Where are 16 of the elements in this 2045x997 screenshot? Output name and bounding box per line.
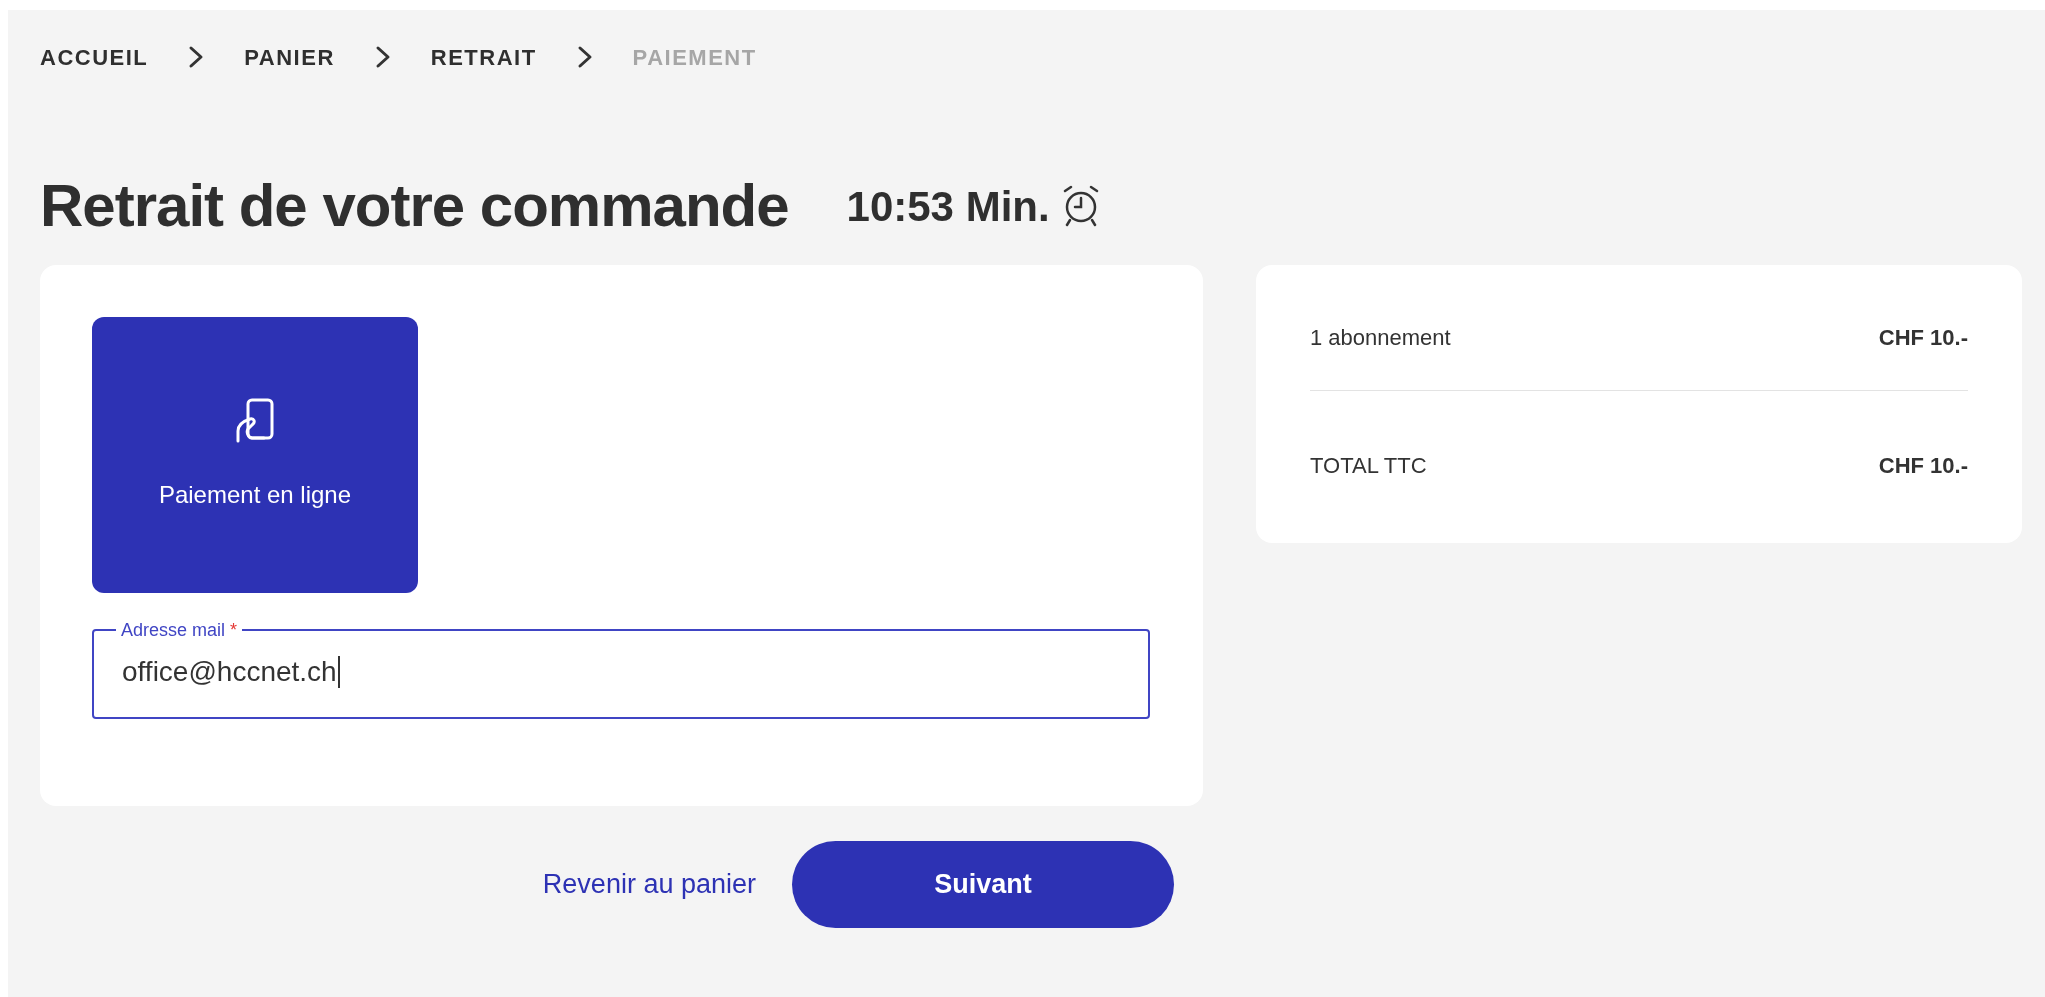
- payment-option[interactable]: Paiement en ligne: [92, 317, 418, 593]
- summary-label: 1 abonnement: [1310, 323, 1451, 352]
- countdown-timer: 10:53 Min.: [846, 181, 1050, 232]
- next-button[interactable]: Suivant: [792, 841, 1174, 928]
- phone-in-hand-icon: [234, 397, 276, 443]
- breadcrumb-link[interactable]: ACCUEIL: [40, 40, 149, 74]
- chevron-right-icon: [374, 45, 391, 69]
- chevron-right-icon: [188, 45, 205, 69]
- summary-amount: CHF 10.-: [1878, 323, 1968, 352]
- summary-amount: CHF 10.-: [1878, 452, 1968, 480]
- summary-label: TOTAL TTC: [1310, 452, 1427, 480]
- chevron-right-icon: [576, 45, 593, 69]
- back-to-cart-link[interactable]: Revenir au panier: [542, 864, 756, 905]
- breadcrumb-link[interactable]: RETRAIT: [430, 40, 537, 74]
- breadcrumb-link[interactable]: PANIER: [244, 40, 335, 74]
- page-title: Retrait de votre commande: [40, 171, 789, 241]
